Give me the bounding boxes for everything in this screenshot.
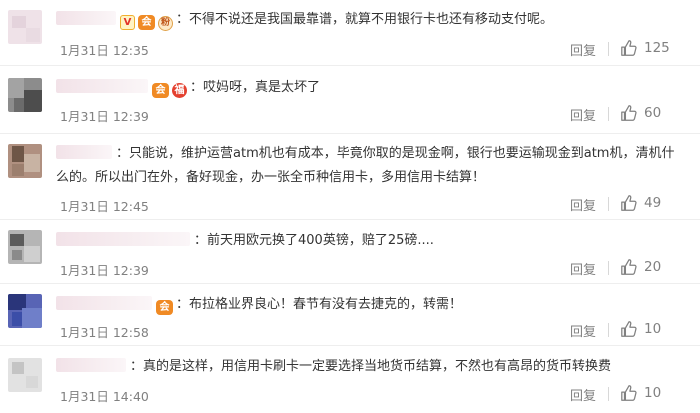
like-count: 49 [644,195,662,211]
fan-badge-icon[interactable]: 粉 [158,16,173,31]
divider [608,261,609,275]
reply-button[interactable]: 回复 [570,40,596,59]
username[interactable] [56,296,152,310]
comment-text: 布拉格业界良心！春节有没有去捷克的，转需！ [189,297,463,312]
reply-button[interactable]: 回复 [570,105,596,124]
like-count: 60 [644,105,662,121]
divider [608,387,609,401]
comment-actions: 回复 49 [570,193,690,215]
reply-button[interactable]: 回复 [570,385,596,404]
thumbs-up-icon[interactable] [620,194,638,212]
reply-button[interactable]: 回复 [570,321,596,340]
divider [608,323,609,337]
username[interactable] [56,145,112,159]
thumbs-up-icon[interactable] [620,104,638,122]
comment-time: 1月31日 12:35 [60,43,149,58]
thumbs-up-icon[interactable] [620,320,638,338]
comment-list: V 会粉：不得不说还是我国最靠谱，就算不用银行卡也还有移动支付呢。 1月31日 1… [0,0,700,413]
comment-item: V 会粉：不得不说还是我国最靠谱，就算不用银行卡也还有移动支付呢。 1月31日 1… [0,0,700,66]
comment-item: 会福：哎妈呀，真是太坏了 1月31日 12:39 回复 60 [0,66,700,134]
avatar[interactable] [8,230,42,264]
comment-time: 1月31日 12:39 [60,109,149,124]
divider [608,197,609,211]
comment-text: 不得不说还是我国最靠谱，就算不用银行卡也还有移动支付呢。 [189,12,554,27]
comment-item: 会：布拉格业界良心！春节有没有去捷克的，转需！ 1月31日 12:58 回复 1… [0,284,700,346]
comment-time: 1月31日 12:58 [60,325,149,340]
comment-item: ：前天用欧元换了400英镑，赔了25磅.... 1月31日 12:39 回复 2… [0,220,700,284]
username[interactable] [56,11,116,25]
username[interactable] [56,232,190,246]
comment-text: 前天用欧元换了400英镑，赔了25磅.... [207,233,434,248]
comment-actions: 回复 20 [570,257,690,279]
comment-item: ：真的是这样，用信用卡刷卡一定要选择当地货币结算，不然也有高昂的货币转换费 1月… [0,346,700,413]
comment-actions: 回复 10 [570,319,690,341]
comment-time: 1月31日 12:39 [60,263,149,278]
comment-time: 1月31日 12:45 [60,199,149,214]
thumbs-up-icon[interactable] [620,258,638,276]
comment-actions: 回复 10 [570,383,690,405]
like-count: 125 [644,40,670,56]
avatar[interactable] [8,10,42,44]
comment-item: ：只能说，维护运营atm机也有成本，毕竟你取的是现金啊，银行也要运输现金到atm… [0,134,700,220]
comment-text: 哎妈呀，真是太坏了 [203,80,321,95]
divider [608,42,609,56]
username[interactable] [56,358,126,372]
comment-actions: 回复 60 [570,103,690,125]
like-count: 20 [644,259,662,275]
like-count: 10 [644,321,662,337]
comment-time: 1月31日 14:40 [60,389,149,404]
red-badge-icon[interactable]: 福 [172,83,187,98]
avatar[interactable] [8,294,42,328]
comment-text: 只能说，维护运营atm机也有成本，毕竟你取的是现金啊，银行也要运输现金到atm机… [56,146,675,185]
comment-text: 真的是这样，用信用卡刷卡一定要选择当地货币结算，不然也有高昂的货币转换费 [143,359,612,374]
like-count: 10 [644,385,662,401]
reply-button[interactable]: 回复 [570,259,596,278]
thumbs-up-icon[interactable] [620,384,638,402]
username[interactable] [56,79,148,93]
avatar[interactable] [8,358,42,392]
divider [608,107,609,121]
comment-actions: 回复 125 [570,38,690,60]
reply-button[interactable]: 回复 [570,195,596,214]
avatar[interactable] [8,78,42,112]
vip-badge-icon[interactable]: 会 [152,83,169,98]
avatar[interactable] [8,144,42,178]
vip-badge-icon[interactable]: 会 [156,300,173,315]
thumbs-up-icon[interactable] [620,39,638,57]
vip-badge-icon[interactable]: 会 [138,15,155,30]
verified-badge-icon[interactable]: V [120,15,135,30]
